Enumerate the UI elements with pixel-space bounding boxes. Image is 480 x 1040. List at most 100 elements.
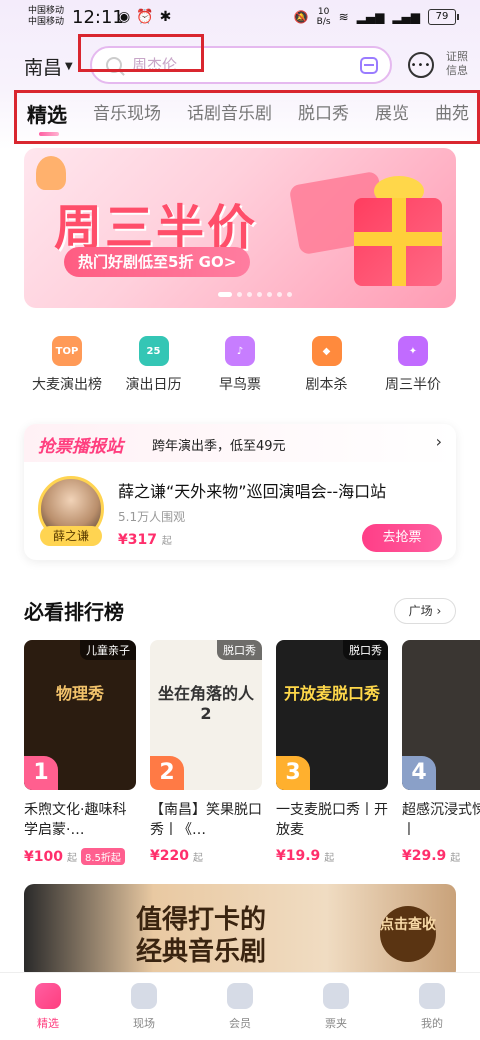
bluetooth-icon: ✱ <box>159 9 172 25</box>
chevron-right-icon[interactable]: › <box>436 432 442 451</box>
quick-wednesday-half[interactable]: ✦ 周三半价 <box>370 336 456 394</box>
ranking-title: 必看排行榜 <box>24 600 124 624</box>
rank-badge: 4 <box>402 756 436 790</box>
quick-calendar[interactable]: 25 演出日历 <box>111 336 197 394</box>
ranking-item[interactable]: 脱口秀 开放麦脱口秀 3 一支麦脱口秀丨开放麦 ¥19.9 起 <box>276 640 388 865</box>
artist-name-tag: 薛之谦 <box>40 526 102 546</box>
quick-label: 周三半价 <box>385 377 441 393</box>
price-value: ¥220 <box>150 848 189 864</box>
quick-entries: TOP 大麦演出榜 25 演出日历 ♪ 早鸟票 ◆ 剧本杀 ✦ 周三半价 <box>24 336 456 394</box>
net-speed: 10 B/s <box>317 7 331 27</box>
gift-icon: ✦ <box>398 336 428 366</box>
poster-text: 坐在角落的人2 <box>158 684 255 723</box>
carrier-info: 中国移动 中国移动 <box>28 6 64 28</box>
quick-label: 剧本杀 <box>305 377 348 393</box>
station-logo: 抢票播报站 <box>38 437 123 457</box>
poster-text: 开放麦脱口秀 <box>284 684 381 703</box>
tab-quyi[interactable]: 曲苑 <box>435 99 469 128</box>
eye-icon: ◉ <box>118 9 131 25</box>
cert-info-link[interactable]: 证照信息 <box>446 50 476 78</box>
tab-standup[interactable]: 脱口秀 <box>298 99 349 128</box>
event-watchers: 5.1万人围观 <box>118 510 186 524</box>
quick-script-game[interactable]: ◆ 剧本杀 <box>284 336 370 394</box>
alarm-icon: ⏰ <box>136 9 154 25</box>
quick-top-chart[interactable]: TOP 大麦演出榜 <box>24 336 110 394</box>
price-value: ¥19.9 <box>276 848 321 864</box>
nav-home[interactable]: 精选 <box>0 973 96 1031</box>
bell-icon <box>36 156 66 190</box>
top-header: 南昌 ▼ ••• 证照信息 <box>0 40 480 90</box>
quick-label: 大麦演出榜 <box>32 377 102 393</box>
early-bird-icon: ♪ <box>225 336 255 366</box>
nav-label: 精选 <box>37 1017 59 1030</box>
nav-label: 现场 <box>133 1017 155 1030</box>
carousel-dot <box>267 292 272 297</box>
rank-badge: 2 <box>150 756 184 790</box>
ranking-item[interactable]: 娱乐 4 超感沉浸式悚力作丨 ¥29.9 起 <box>402 640 480 865</box>
poster-text: 物理秀 <box>55 684 104 703</box>
net-speed-value: 10 <box>317 7 330 17</box>
script-game-icon: ◆ <box>311 336 342 366</box>
ranking-item[interactable]: 脱口秀 坐在角落的人2 2 【南昌】笑果脱口秀丨《… ¥220 起 <box>150 640 262 865</box>
station-header: 抢票播报站 跨年演出季，低至49元 › <box>24 424 456 462</box>
nav-live[interactable]: 现场 <box>96 973 192 1031</box>
category-tag: 脱口秀 <box>343 640 388 660</box>
member-icon <box>227 983 253 1009</box>
scan-icon[interactable] <box>360 57 378 74</box>
carousel-dot <box>257 292 262 297</box>
show-price: ¥29.9 起 <box>402 848 480 864</box>
event-price: ¥317 起 <box>118 532 172 548</box>
show-price: ¥100 起 8.5折起 <box>24 848 136 865</box>
city-label: 南昌 <box>24 57 63 79</box>
show-price: ¥220 起 <box>150 848 262 864</box>
profile-icon <box>419 983 445 1009</box>
ranking-item[interactable]: 儿童亲子 物理秀 1 禾煦文化·趣味科学启蒙·… ¥100 起 8.5折起 <box>24 640 136 865</box>
signal-2-icon: ▂▄▆ <box>392 10 420 24</box>
status-bar: 中国移动 中国移动 12:11 ◉ ⏰ ✱ 🔕 10 B/s ≋ ▂▄▆ ▂▄▆… <box>0 0 480 38</box>
calendar-icon: 25 <box>138 336 169 366</box>
tab-live-music[interactable]: 音乐现场 <box>93 99 161 128</box>
price-suffix: 起 <box>66 853 77 864</box>
category-tabs: 精选 音乐现场 话剧音乐剧 脱口秀 展览 曲苑 <box>14 90 480 144</box>
city-selector[interactable]: 南昌 ▼ <box>24 53 73 80</box>
show-name: 超感沉浸式悚力作丨 <box>402 802 480 838</box>
tab-exhibition[interactable]: 展览 <box>375 99 409 128</box>
musical-banner[interactable]: 值得打卡的 经典音乐剧 点击查收 <box>24 884 456 980</box>
poster-image: 娱乐 4 <box>402 640 480 790</box>
clock: 12:11 <box>72 7 124 28</box>
price-suffix: 起 <box>324 852 335 864</box>
poster-image: 脱口秀 坐在角落的人2 2 <box>150 640 262 790</box>
signal-icon: ▂▄▆ <box>356 10 385 24</box>
musical-banner-text: 值得打卡的 经典音乐剧 <box>136 904 266 968</box>
nav-tickets[interactable]: 票夹 <box>288 973 384 1031</box>
ranking-list: 儿童亲子 物理秀 1 禾煦文化·趣味科学启蒙·… ¥100 起 8.5折起 脱口… <box>24 640 480 870</box>
status-right: 🔕 10 B/s ≋ ▂▄▆ ▂▄▆ 79 <box>293 7 459 27</box>
banner-line-2: 经典音乐剧 <box>136 937 267 967</box>
grab-ticket-button[interactable]: 去抢票 <box>362 524 442 552</box>
nav-label: 我的 <box>421 1017 443 1030</box>
show-price: ¥19.9 起 <box>276 848 388 864</box>
highlight-box-search <box>78 34 204 72</box>
plaza-button[interactable]: 广场 › <box>394 598 456 624</box>
live-icon <box>131 983 157 1009</box>
price-value: ¥29.9 <box>402 848 447 864</box>
message-icon[interactable]: ••• <box>408 52 434 78</box>
nav-profile[interactable]: 我的 <box>384 973 480 1031</box>
check-button[interactable]: 点击查收 <box>380 906 436 962</box>
promo-banner[interactable]: 周三半价 热门好剧低至5折 GO> <box>24 148 456 308</box>
price-suffix: 起 <box>161 536 172 547</box>
wifi-icon: ≋ <box>338 10 349 24</box>
rank-badge: 1 <box>24 756 58 790</box>
tab-featured[interactable]: 精选 <box>27 99 67 136</box>
nav-member[interactable]: 会员 <box>192 973 288 1031</box>
bottom-nav: 精选 现场 会员 票夹 我的 <box>0 972 480 1040</box>
carousel-dot <box>247 292 252 297</box>
ticket-broadcast-card[interactable]: 抢票播报站 跨年演出季，低至49元 › 薛之谦 薛之谦“天外来物”巡回演唱会--… <box>24 424 456 560</box>
mute-icon: 🔕 <box>293 10 309 24</box>
tab-drama-musical[interactable]: 话剧音乐剧 <box>187 99 272 128</box>
quick-early-bird[interactable]: ♪ 早鸟票 <box>197 336 283 394</box>
plaza-label: 广场 <box>408 604 433 618</box>
show-name: 一支麦脱口秀丨开放麦 <box>276 802 388 838</box>
home-icon <box>35 983 61 1009</box>
carousel-dot <box>237 292 242 297</box>
